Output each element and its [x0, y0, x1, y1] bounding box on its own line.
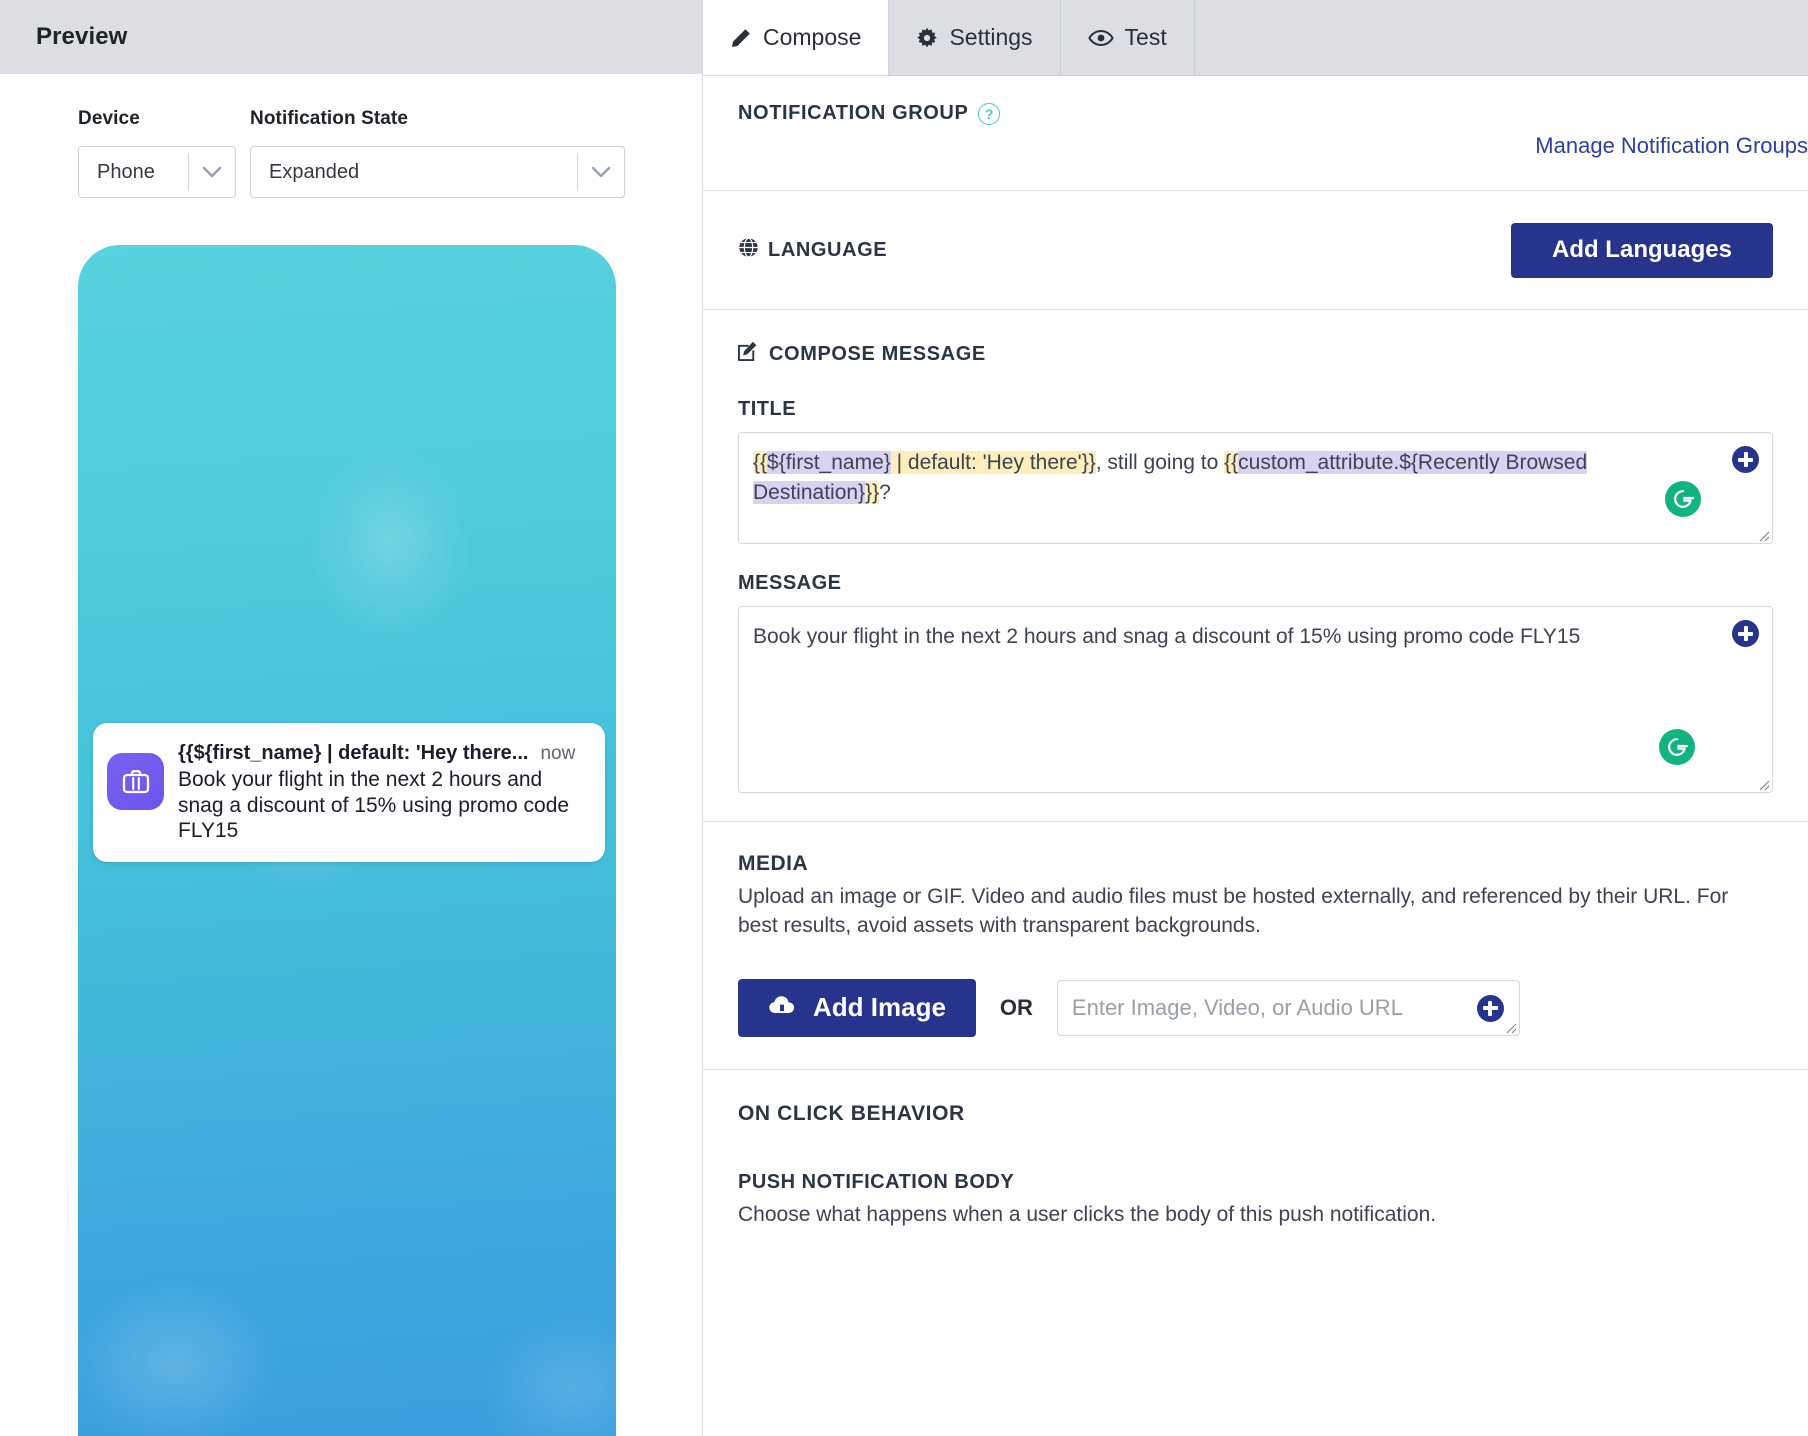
message-field-wrap: Book your flight in the next 2 hours and… [738, 606, 1773, 793]
notification-state-label: Notification State [250, 108, 409, 129]
tab-settings-label: Settings [949, 24, 1033, 50]
tab-test[interactable]: Test [1061, 0, 1195, 75]
compose-message-heading-text: COMPOSE MESSAGE [769, 343, 986, 365]
title-add-personalization-icon[interactable] [1732, 446, 1759, 473]
notification-state-selector-group: Notification State Expanded [250, 108, 625, 198]
message-add-personalization-icon[interactable] [1732, 620, 1759, 647]
tab-compose[interactable]: Compose [703, 0, 890, 75]
notification-group-heading-text: NOTIFICATION GROUP [738, 102, 969, 124]
on-click-behavior-heading: ON CLICK BEHAVIOR [738, 1101, 965, 1125]
notification-preview-time: now [540, 743, 576, 764]
cloud-upload-icon [768, 992, 796, 1023]
chevron-down-icon [578, 147, 624, 197]
section-media: MEDIA Upload an image or GIF. Video and … [703, 822, 1808, 1070]
notification-preview-card[interactable]: {{${first_name} | default: 'Hey there...… [93, 723, 605, 862]
push-notification-body-heading: PUSH NOTIFICATION BODY [738, 1170, 1015, 1193]
title-field-wrap: {{${first_name} | default: 'Hey there'}}… [738, 432, 1773, 544]
title-segment: ${first_name} [767, 451, 891, 474]
notification-preview-header: {{${first_name} | default: 'Hey there...… [178, 742, 589, 765]
globe-icon [738, 237, 759, 264]
grammarly-icon[interactable] [1665, 481, 1701, 517]
preview-pane: Preview Device Phone Notification State [0, 0, 703, 1436]
media-url-wrap [1056, 979, 1520, 1036]
section-notification-group: NOTIFICATION GROUP ? Manage Notification… [703, 76, 1808, 191]
push-notification-body-description: Choose what happens when a user clicks t… [738, 1202, 1437, 1226]
preview-header: Preview [0, 0, 702, 74]
device-select-value: Phone [97, 160, 155, 183]
title-field-label: TITLE [738, 398, 797, 420]
title-segment: | default: 'Hey there'}} [890, 451, 1096, 474]
editor-scroll-area[interactable]: NOTIFICATION GROUP ? Manage Notification… [703, 76, 1808, 1436]
device-select[interactable]: Phone [78, 146, 236, 198]
editor-pane: Compose Settings Test NOTIFICATION GROUP… [703, 0, 1808, 1436]
push-composer-screen: Preview Device Phone Notification State [0, 0, 1808, 1436]
tab-compose-label: Compose [763, 24, 862, 50]
notification-state-select-value: Expanded [269, 160, 360, 183]
add-image-button-label: Add Image [813, 992, 946, 1023]
page-title: Preview [36, 23, 128, 50]
device-selector-group: Device Phone [78, 108, 236, 198]
compose-pencil-icon [738, 341, 759, 368]
preview-selectors: Device Phone Notification State Expanded [78, 108, 702, 198]
section-language: LANGUAGE Add Languages [703, 191, 1808, 310]
compose-message-heading: COMPOSE MESSAGE [738, 341, 1773, 368]
eye-icon [1087, 28, 1114, 48]
media-controls-row: Add Image OR [738, 978, 1773, 1037]
title-segment: }} [865, 480, 880, 504]
tab-test-label: Test [1124, 24, 1167, 50]
title-segment: ? [879, 480, 891, 504]
section-compose-message: COMPOSE MESSAGE TITLE {{${first_name} | … [703, 310, 1808, 822]
add-image-button[interactable]: Add Image [738, 978, 976, 1037]
title-input[interactable]: {{${first_name} | default: 'Hey there'}}… [738, 432, 1773, 544]
notification-preview-text: {{${first_name} | default: 'Hey there...… [178, 741, 589, 844]
title-segment: {{ [1224, 451, 1239, 474]
media-heading: MEDIA [738, 852, 809, 875]
briefcase-icon [107, 753, 164, 810]
pencil-icon [730, 27, 752, 49]
question-mark-icon[interactable]: ? [978, 102, 1001, 125]
phone-preview-frame: {{${first_name} | default: 'Hey there...… [78, 245, 616, 1436]
gear-icon [916, 27, 938, 49]
notification-state-select[interactable]: Expanded [250, 146, 625, 198]
title-segment: {{ [753, 451, 768, 474]
manage-notification-groups-link[interactable]: Manage Notification Groups [1535, 133, 1808, 159]
title-segment: , still going to [1095, 451, 1225, 474]
message-field-label: MESSAGE [738, 572, 842, 594]
media-url-add-icon[interactable] [1476, 994, 1504, 1022]
language-heading: LANGUAGE [738, 237, 887, 264]
section-on-click-behavior: ON CLICK BEHAVIOR PUSH NOTIFICATION BODY… [703, 1070, 1808, 1227]
notification-group-heading: NOTIFICATION GROUP ? [738, 102, 1773, 125]
message-input[interactable]: Book your flight in the next 2 hours and… [738, 606, 1773, 793]
editor-tabbar: Compose Settings Test [703, 0, 1808, 76]
media-description: Upload an image or GIF. Video and audio … [738, 885, 1729, 938]
preview-controls: Device Phone Notification State Expanded [0, 74, 702, 198]
notification-preview-body: Book your flight in the next 2 hours and… [178, 768, 570, 843]
media-or-label: OR [999, 994, 1033, 1020]
notification-preview-title: {{${first_name} | default: 'Hey there... [178, 742, 529, 764]
grammarly-icon[interactable] [1659, 729, 1695, 765]
language-heading-text: LANGUAGE [768, 238, 888, 261]
add-languages-button[interactable]: Add Languages [1511, 222, 1773, 278]
chevron-down-icon [189, 147, 235, 197]
device-label: Device [78, 108, 140, 129]
tab-settings[interactable]: Settings [889, 0, 1061, 75]
media-url-input[interactable] [1056, 979, 1520, 1036]
